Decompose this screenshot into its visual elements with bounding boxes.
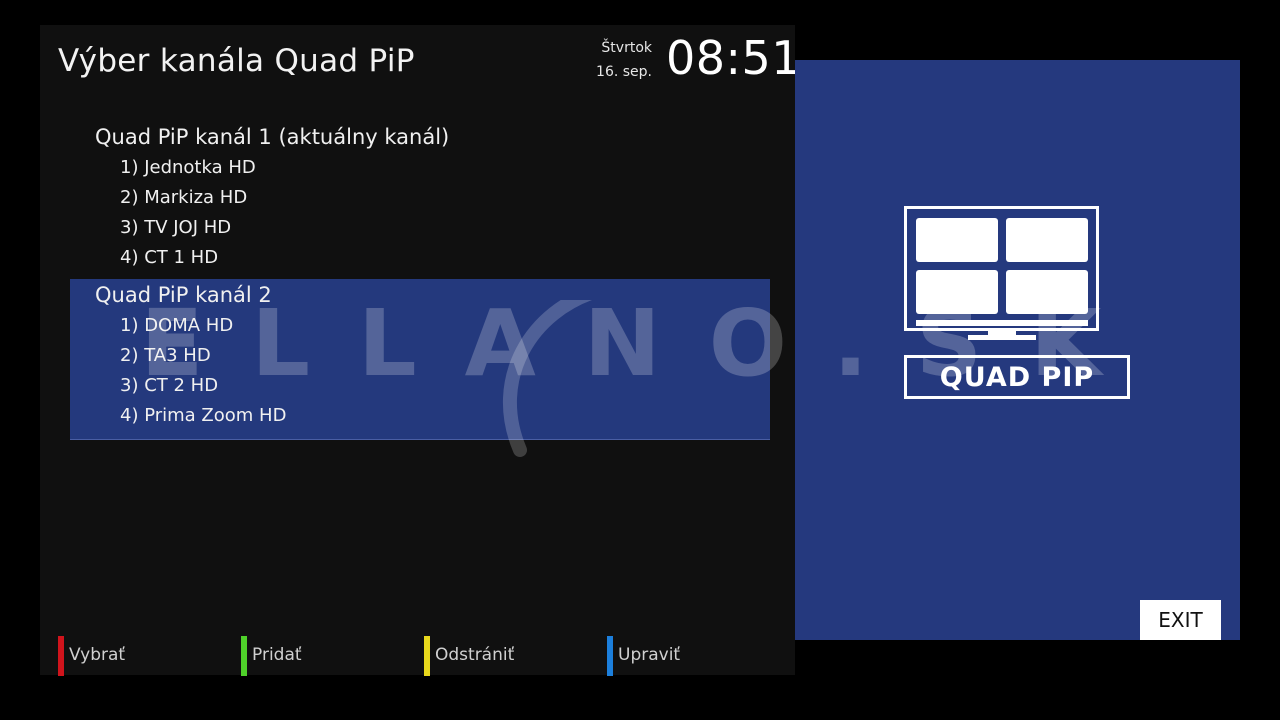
- channel-item[interactable]: 1) Jednotka HD: [120, 157, 256, 178]
- date-label: 16. sep.: [596, 64, 652, 80]
- yellow-key-label: Odstrániť: [435, 645, 515, 665]
- page-title: Výber kanála Quad PiP: [58, 43, 415, 79]
- quad-screen-monitor-icon: [904, 206, 1099, 340]
- channel-selection-menu: Výber kanála Quad PiP Štvrtok 16. sep. 0…: [40, 25, 801, 676]
- quad-pip-group-2[interactable]: Quad PiP kanál 2 1) DOMA HD 2) TA3 HD 3)…: [70, 279, 770, 440]
- green-key-indicator: [241, 636, 247, 676]
- red-key-label: Vybrať: [69, 645, 126, 665]
- yellow-key-indicator: [424, 636, 430, 676]
- blue-key-indicator: [607, 636, 613, 676]
- group-header: Quad PiP kanál 2: [95, 283, 272, 307]
- channel-item[interactable]: 3) CT 2 HD: [120, 375, 218, 396]
- logo-text: QUAD PIP: [904, 355, 1130, 399]
- blue-key-label: Upraviť: [618, 645, 681, 665]
- channel-item[interactable]: 2) Markiza HD: [120, 187, 247, 208]
- clock: 08:51: [666, 31, 802, 85]
- quad-pip-logo: QUAD PIP: [904, 205, 1134, 405]
- channel-item[interactable]: 3) TV JOJ HD: [120, 217, 231, 238]
- date-display: Štvrtok 16. sep.: [580, 36, 652, 84]
- channel-item[interactable]: 4) Prima Zoom HD: [120, 405, 286, 426]
- quad-pip-preview: QUAD PIP EXIT: [795, 60, 1240, 640]
- channel-item[interactable]: 4) CT 1 HD: [120, 247, 218, 268]
- red-key-indicator: [58, 636, 64, 676]
- exit-button[interactable]: EXIT: [1140, 600, 1221, 640]
- weekday-label: Štvrtok: [601, 40, 652, 56]
- quad-pip-group-1[interactable]: Quad PiP kanál 1 (aktuálny kanál) 1) Jed…: [70, 121, 770, 279]
- green-key-label: Pridať: [252, 645, 302, 665]
- channel-item[interactable]: 1) DOMA HD: [120, 315, 233, 336]
- channel-item[interactable]: 2) TA3 HD: [120, 345, 211, 366]
- group-header: Quad PiP kanál 1 (aktuálny kanál): [95, 125, 450, 149]
